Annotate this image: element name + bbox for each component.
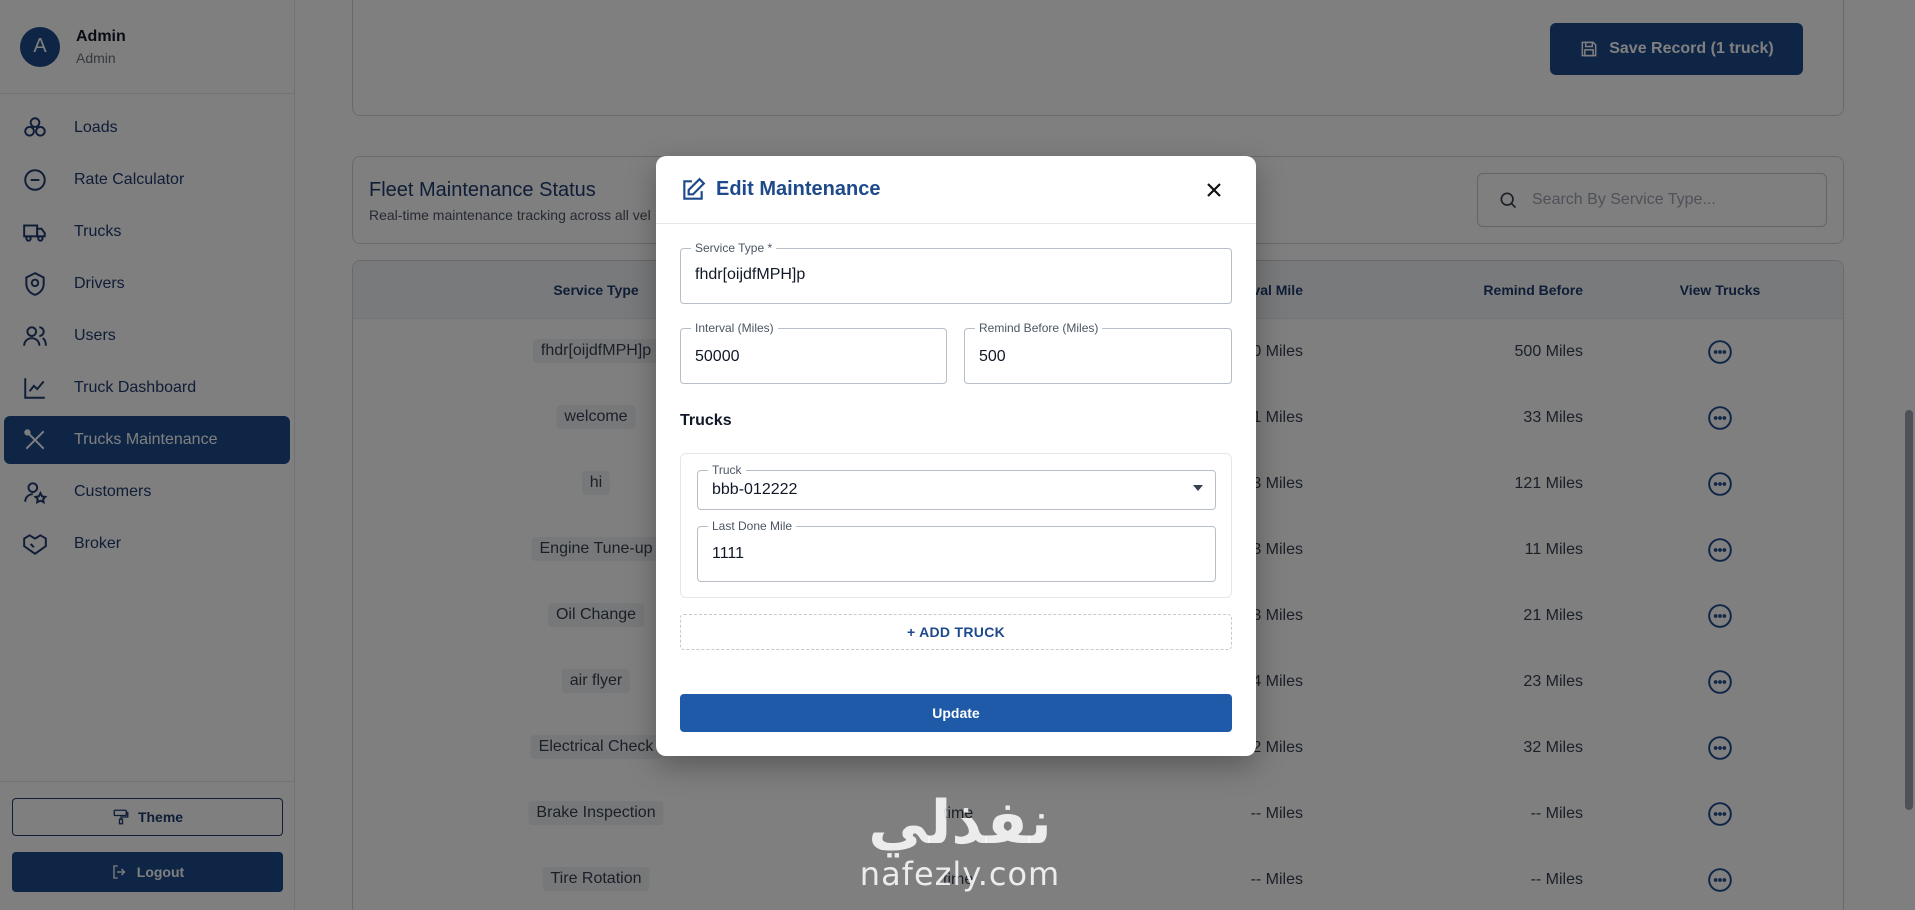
close-icon	[1207, 183, 1221, 197]
dialog-title: Edit Maintenance	[716, 178, 881, 200]
service-type-value: fhdr[oijdfMPH]p	[695, 266, 806, 283]
watermark-logo: نفذلي nafezly.com	[840, 790, 1080, 892]
trucks-heading: Trucks	[680, 412, 732, 429]
dialog-header: Edit Maintenance	[656, 156, 1256, 224]
watermark-latin: nafezly.com	[859, 855, 1061, 893]
edit-maintenance-dialog: Edit Maintenance Service Type * fhdr[oij…	[656, 156, 1256, 756]
service-type-field[interactable]: Service Type * fhdr[oijdfMPH]p	[680, 241, 1232, 304]
service-type-label: Service Type *	[691, 241, 777, 255]
truck-value: bbb-012222	[712, 481, 798, 498]
remind-before-label: Remind Before (Miles)	[975, 321, 1103, 335]
close-button[interactable]	[1202, 178, 1226, 202]
update-button[interactable]: Update	[680, 694, 1232, 732]
truck-label: Truck	[708, 463, 746, 477]
interval-field[interactable]: Interval (Miles) 50000	[680, 321, 947, 384]
chevron-down-icon[interactable]	[1193, 485, 1203, 491]
watermark-arabic: نفذلي	[868, 788, 1052, 858]
last-done-mile-value: 1111	[712, 545, 745, 562]
last-done-mile-label: Last Done Mile	[708, 519, 797, 533]
interval-value: 50000	[695, 348, 740, 365]
remind-before-field[interactable]: Remind Before (Miles) 500	[964, 321, 1232, 384]
edit-icon	[683, 177, 706, 200]
add-truck-button[interactable]: + ADD TRUCK	[680, 614, 1232, 650]
interval-label: Interval (Miles)	[691, 321, 778, 335]
last-done-mile-field[interactable]: Last Done Mile 1111	[697, 519, 1216, 582]
remind-before-value: 500	[979, 348, 1006, 365]
truck-entry: Truck bbb-012222 Last Done Mile 1111	[680, 453, 1232, 598]
truck-select[interactable]: Truck bbb-012222	[697, 463, 1216, 510]
